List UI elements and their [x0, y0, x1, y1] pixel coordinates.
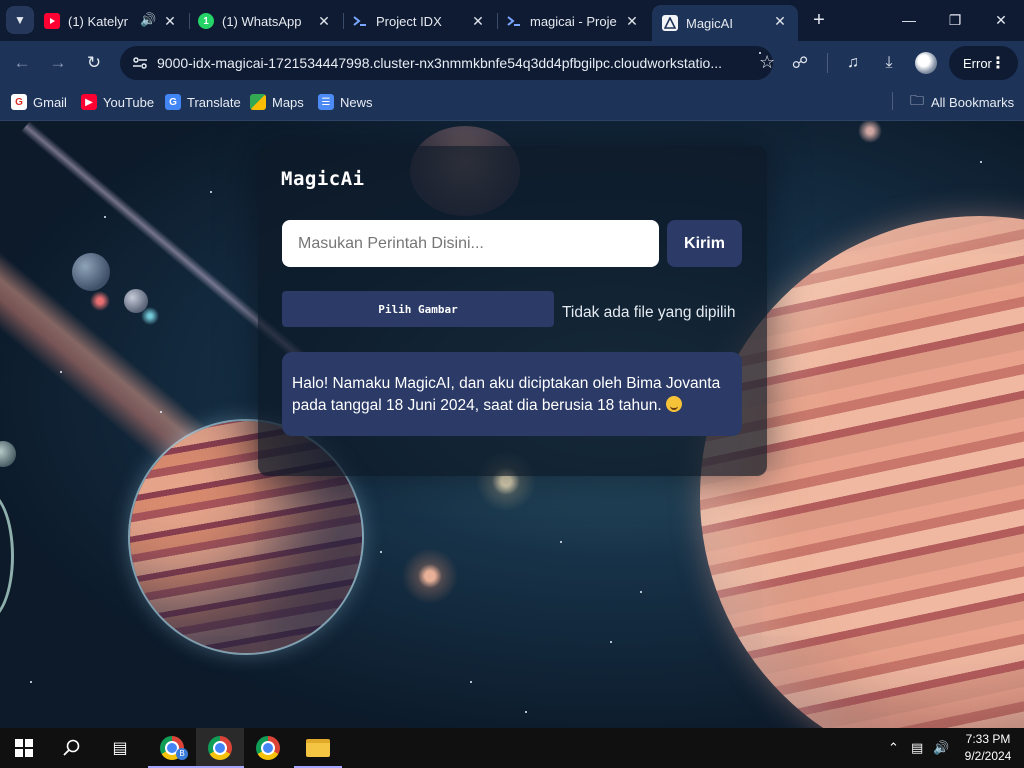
translate-icon: G: [165, 94, 181, 110]
bookmark-youtube[interactable]: ▶ YouTube: [81, 92, 154, 112]
folder-icon: [306, 739, 330, 757]
window-close-button[interactable]: ✕: [981, 8, 1021, 32]
search-icon: [63, 739, 80, 756]
reload-icon: ↻: [86, 53, 102, 72]
bookmark-gmail[interactable]: G Gmail: [11, 92, 67, 112]
avatar[interactable]: [915, 52, 937, 74]
minimize-icon: —: [902, 12, 916, 28]
windows-icon: [15, 739, 33, 757]
chat-message: Halo! Namaku MagicAI, dan aku diciptakan…: [282, 352, 742, 436]
prompt-input[interactable]: [282, 220, 659, 267]
tab-katelyn[interactable]: (1) Katelyn 🔊 ✕: [44, 5, 188, 37]
taskbar-chrome-active[interactable]: [196, 728, 244, 768]
tab-whatsapp[interactable]: 1 (1) WhatsApp ✕: [198, 5, 342, 37]
browser-toolbar: ← → ↻ 9000-idx-magicai-1721534447998.clu…: [0, 41, 1024, 85]
app-title: MagicAi: [281, 168, 365, 190]
speaker-icon[interactable]: 🔊: [140, 12, 156, 28]
all-bookmarks-label: All Bookmarks: [931, 94, 1015, 110]
send-button[interactable]: Kirim: [667, 220, 742, 267]
chevron-down-icon: ▼: [14, 13, 26, 27]
bookmark-label: YouTube: [103, 94, 155, 110]
file-status-text: Tidak ada file yang dipilih: [562, 304, 736, 321]
search-button[interactable]: [48, 728, 96, 768]
reload-button[interactable]: ↻: [81, 50, 107, 76]
bookmark-maps[interactable]: Maps: [250, 92, 304, 112]
plus-icon: +: [813, 9, 825, 31]
show-hidden-icons[interactable]: ⌃: [888, 740, 899, 756]
address-bar[interactable]: 9000-idx-magicai-1721534447998.cluster-n…: [120, 46, 775, 80]
bookmark-translate[interactable]: G Translate: [165, 92, 241, 112]
bookmark-label: Gmail: [33, 94, 67, 110]
clock-time: 7:33 PM: [965, 732, 1011, 746]
clock[interactable]: 7:33 PM 9/2/2024: [956, 731, 1020, 765]
back-button[interactable]: ←: [9, 50, 35, 76]
arrow-right-icon: →: [49, 53, 67, 72]
start-button[interactable]: [0, 728, 48, 768]
close-icon[interactable]: ✕: [624, 13, 640, 29]
close-icon: ✕: [995, 11, 1007, 28]
taskbar-file-explorer[interactable]: [294, 728, 342, 768]
task-view-button[interactable]: ▤: [96, 728, 144, 768]
tab-title: (1) WhatsApp: [222, 13, 302, 29]
restore-button[interactable]: ❐: [935, 8, 975, 32]
tab-magicai[interactable]: MagicAI ✕: [652, 5, 798, 41]
minimize-button[interactable]: —: [889, 8, 929, 32]
url-text: 9000-idx-magicai-1721534447998.cluster-n…: [157, 55, 723, 71]
tab-title: magicai - Proje: [530, 13, 617, 29]
tab-search-button[interactable]: ▼: [6, 6, 34, 34]
taskbar-chrome-profile[interactable]: B: [148, 728, 196, 768]
site-settings-icon[interactable]: [132, 55, 148, 71]
taskbar: ▤ B ⌃ ▤ 🔊 7:33 PM 9/2/2024: [0, 728, 1024, 768]
bookmark-label: Translate: [187, 94, 241, 110]
bookmark-label: News: [340, 94, 373, 110]
clock-date: 9/2/2024: [964, 749, 1012, 763]
bookmark-news[interactable]: ☰ News: [318, 92, 373, 112]
chrome-icon: [208, 736, 232, 760]
folder-icon: 🗀: [910, 92, 924, 108]
all-bookmarks[interactable]: 🗀 All Bookmarks: [910, 92, 1014, 112]
maps-icon: [250, 94, 266, 110]
smile-emoji-icon: [665, 396, 682, 412]
taskbar-chrome[interactable]: [244, 728, 292, 768]
chrome-icon: [256, 736, 280, 760]
magicai-icon: [662, 15, 678, 31]
network-icon[interactable]: ▤: [911, 740, 923, 756]
chat-message-text: Halo! Namaku MagicAI, dan aku diciptakan…: [292, 375, 721, 414]
profile-status-label: Error: [963, 55, 992, 71]
tab-magicai-project[interactable]: magicai - Proje ✕: [506, 5, 650, 37]
close-icon[interactable]: ✕: [162, 13, 178, 29]
bookmark-star-icon[interactable]: ☆: [759, 52, 775, 72]
bookmarks-bar: G Gmail ▶ YouTube G Translate Maps ☰ New…: [0, 85, 1024, 121]
idx-icon: [352, 13, 368, 29]
youtube-icon: [44, 13, 60, 29]
news-icon: ☰: [318, 94, 334, 110]
arrow-left-icon: ←: [13, 53, 31, 72]
more-menu-icon[interactable]: ⋮: [990, 53, 1006, 73]
close-icon[interactable]: ✕: [316, 13, 332, 29]
tab-title: Project IDX: [376, 13, 442, 29]
whatsapp-icon: 1: [198, 13, 214, 29]
media-control-icon[interactable]: ♫: [841, 51, 865, 75]
magicai-app: MagicAi Kirim Pilih Gambar Tidak ada fil…: [0, 121, 1024, 728]
tab-title: MagicAI: [686, 15, 733, 31]
new-tab-button[interactable]: +: [808, 9, 830, 31]
extensions-icon[interactable]: ☍: [788, 51, 812, 75]
volume-icon[interactable]: 🔊: [933, 740, 949, 756]
tab-strip: ▼ (1) Katelyn 🔊 ✕ 1 (1) WhatsApp ✕ Proje…: [0, 0, 1024, 41]
bookmark-label: Maps: [272, 94, 304, 110]
forward-button[interactable]: →: [45, 50, 71, 76]
close-icon[interactable]: ✕: [772, 13, 788, 29]
profile-error-button[interactable]: Error ⋮: [949, 46, 1018, 80]
youtube-icon: ▶: [81, 94, 97, 110]
profile-badge: B: [176, 748, 188, 760]
restore-icon: ❐: [948, 11, 962, 28]
gmail-icon: G: [11, 94, 27, 110]
task-view-icon: ▤: [112, 740, 128, 757]
close-icon[interactable]: ✕: [470, 13, 486, 29]
tab-title: (1) Katelyn: [68, 13, 128, 29]
download-icon[interactable]: ⤓: [877, 51, 901, 75]
idx-icon: [506, 13, 522, 29]
tab-project-idx[interactable]: Project IDX ✕: [352, 5, 496, 37]
choose-image-button[interactable]: Pilih Gambar: [282, 291, 554, 327]
